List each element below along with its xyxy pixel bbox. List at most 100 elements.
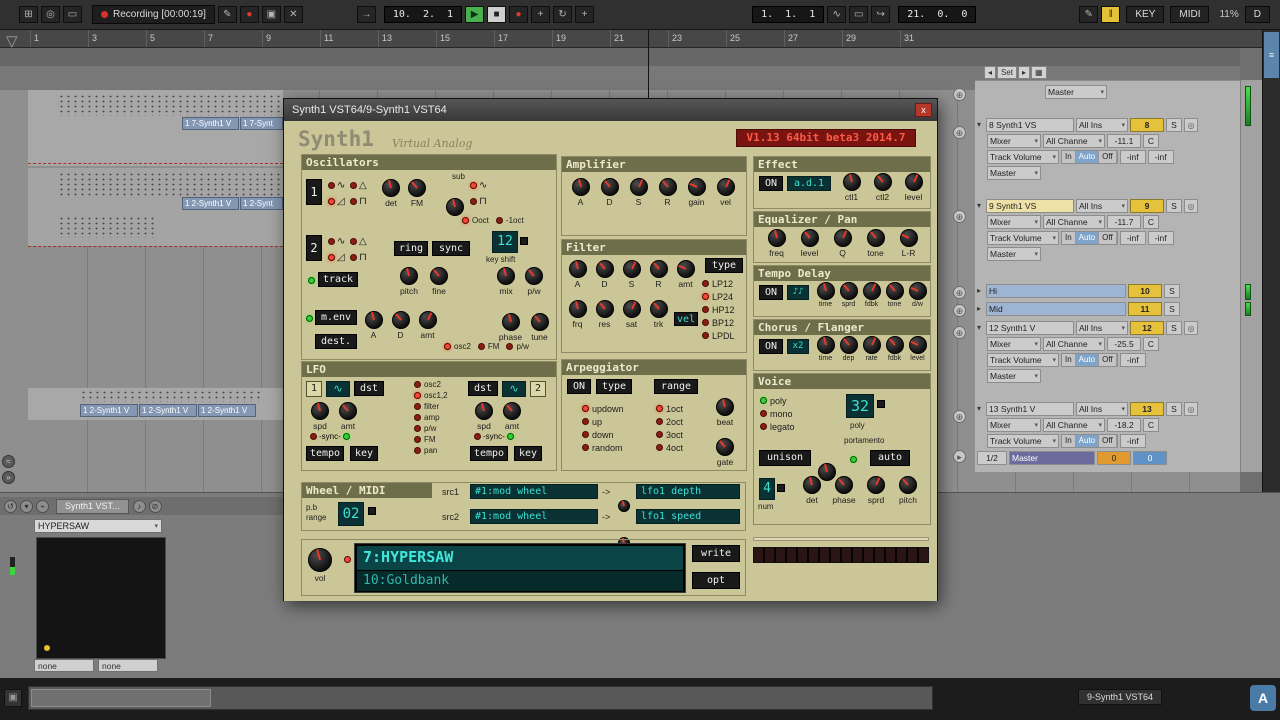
follow-icon[interactable]: → (356, 6, 376, 23)
macro-slot[interactable]: none (34, 659, 94, 672)
lfo2-button[interactable]: 2 (530, 381, 546, 397)
voice-mode-option[interactable]: poly (760, 394, 795, 407)
clip[interactable]: 1 2-Synth1 V (182, 197, 239, 210)
wave-option[interactable]: ∿ (328, 233, 350, 249)
sub-knob[interactable] (446, 198, 464, 216)
set-prev-button[interactable]: ◂ (984, 66, 997, 79)
track-name[interactable]: 12 Synth1 V (986, 321, 1074, 335)
knob[interactable]: gate (710, 438, 740, 467)
knob[interactable]: amt (498, 402, 526, 431)
num-stepper[interactable] (777, 484, 785, 492)
clip[interactable]: 1 7-Synt (240, 117, 283, 130)
pb-stepper[interactable] (368, 507, 376, 515)
knob[interactable]: det (796, 476, 828, 505)
crossfade-range[interactable]: 1/2 (977, 451, 1007, 465)
record-toggle-icon[interactable]: ● (239, 6, 259, 23)
arp-range-option[interactable]: 4oct (656, 441, 683, 454)
knob[interactable]: pitch (394, 267, 424, 296)
voice-mode-option[interactable]: legato (760, 420, 795, 433)
add-automation-icon[interactable]: ⊕ (953, 326, 966, 339)
knob[interactable]: L-R (892, 229, 925, 258)
lfo-dst-option[interactable]: osc2 (414, 379, 448, 390)
src1-dest-display[interactable]: lfo1 depth (636, 484, 740, 499)
track-name[interactable]: Mid (986, 302, 1126, 316)
add-automation-icon[interactable]: ⊕ (953, 88, 966, 101)
output-select[interactable]: Master (987, 166, 1041, 180)
track-number[interactable]: 12 (1130, 321, 1164, 335)
device-title[interactable]: Synth1 VST... (56, 498, 129, 514)
add-marker-icon[interactable]: + (575, 6, 595, 23)
effect-type-display[interactable]: a.d.1 (787, 176, 831, 191)
midi-map-button[interactable]: MIDI (1170, 6, 1210, 23)
arp-mode-option[interactable]: random (582, 441, 624, 454)
param-select[interactable]: All Channe (1043, 215, 1105, 229)
knob[interactable]: S (618, 260, 645, 289)
param-select[interactable]: All Channe (1043, 134, 1105, 148)
solo-button[interactable]: S (1164, 302, 1180, 316)
param-select[interactable]: Track Volume (987, 231, 1059, 245)
knob[interactable]: spd (306, 402, 334, 431)
knob[interactable]: tone (859, 229, 892, 258)
knob[interactable]: mix (492, 267, 520, 296)
knob[interactable]: amt (334, 402, 362, 431)
output-select[interactable]: Master (987, 247, 1041, 261)
knob[interactable]: beat (710, 398, 740, 427)
arp-type-button[interactable]: type (596, 379, 632, 394)
track-name[interactable]: 9 Synth1 VS (986, 199, 1074, 213)
monitor-toggle[interactable]: In Auto Off (1061, 231, 1118, 245)
record-button[interactable]: ● (509, 6, 529, 23)
knob[interactable]: tune (525, 313, 554, 342)
fold-icon[interactable]: ▾ (977, 402, 986, 416)
knob[interactable]: R (645, 260, 672, 289)
filter-type-option[interactable]: LPDL (702, 329, 735, 342)
level-value[interactable]: -inf (1147, 231, 1174, 245)
voice-mode-option[interactable]: mono (760, 407, 795, 420)
activator-icon[interactable]: ⌁ (36, 499, 49, 513)
add-automation-icon[interactable]: ⊕ (953, 304, 966, 317)
close-session-icon[interactable]: ✕ (283, 6, 303, 23)
set-button[interactable]: Set (997, 66, 1018, 79)
level-value[interactable]: -inf (1119, 231, 1146, 245)
collapse-icon[interactable]: ↺ (4, 499, 17, 513)
macro-slot[interactable]: none (98, 659, 158, 672)
solo-button[interactable]: S (1166, 321, 1182, 335)
overdub-plus-icon[interactable]: + (531, 6, 551, 23)
ring-button[interactable]: ring (394, 241, 428, 256)
porta-auto-button[interactable]: auto (870, 450, 910, 466)
knob[interactable]: level (898, 173, 929, 202)
pb-range-display[interactable]: 02 (338, 502, 364, 526)
device-select[interactable]: Mixer (987, 418, 1041, 432)
clip[interactable]: 1 2-Synth1 V (139, 404, 197, 417)
clip[interactable]: 1 2-Synth1 V (198, 404, 256, 417)
fold-icon[interactable]: ▸ (977, 284, 986, 298)
arrangement-position-display[interactable]: 10. 2. 1 (383, 6, 463, 23)
volume-value[interactable]: -11.1 (1107, 134, 1141, 148)
monitor-toggle[interactable]: In Auto Off (1061, 353, 1118, 367)
arp-mode-option[interactable]: up (582, 415, 624, 428)
lfo-dst-option[interactable]: filter (414, 401, 448, 412)
knob[interactable]: pitch (892, 476, 924, 505)
track-name[interactable]: 13 Synth1 V (986, 402, 1074, 416)
track-name[interactable]: Hi (986, 284, 1126, 298)
program-display[interactable]: 7:HYPERSAW 10:Goldbank (354, 543, 686, 593)
radio-dot[interactable] (310, 433, 317, 440)
lfo-dst-option[interactable]: FM (414, 434, 448, 445)
add-automation-icon[interactable]: ⊕ (953, 286, 966, 299)
wave-option[interactable]: △ (350, 233, 372, 249)
wave-option[interactable]: ⊓ (470, 193, 492, 209)
poly-stepper[interactable] (877, 400, 885, 408)
knob[interactable]: sat (618, 300, 645, 329)
input-select[interactable]: All Ins (1076, 118, 1128, 132)
knob[interactable]: rate (860, 336, 883, 362)
arp-mode-option[interactable]: updown (582, 402, 624, 415)
hot-swap-icon[interactable]: ⊘ (148, 499, 162, 513)
mod-dest-button[interactable]: dest. (315, 334, 357, 349)
lfo2-wave-display[interactable]: ∿ (502, 381, 526, 397)
fold-icon[interactable]: ▾ (977, 199, 986, 213)
solo-button[interactable]: S (1164, 284, 1180, 298)
pan-value[interactable]: C (1143, 134, 1159, 148)
plugin-panel-display[interactable] (36, 537, 166, 659)
arp-range-option[interactable]: 2oct (656, 415, 683, 428)
lfo-dst-option[interactable]: amp (414, 412, 448, 423)
arm-icon[interactable]: ◎ (1184, 402, 1198, 416)
